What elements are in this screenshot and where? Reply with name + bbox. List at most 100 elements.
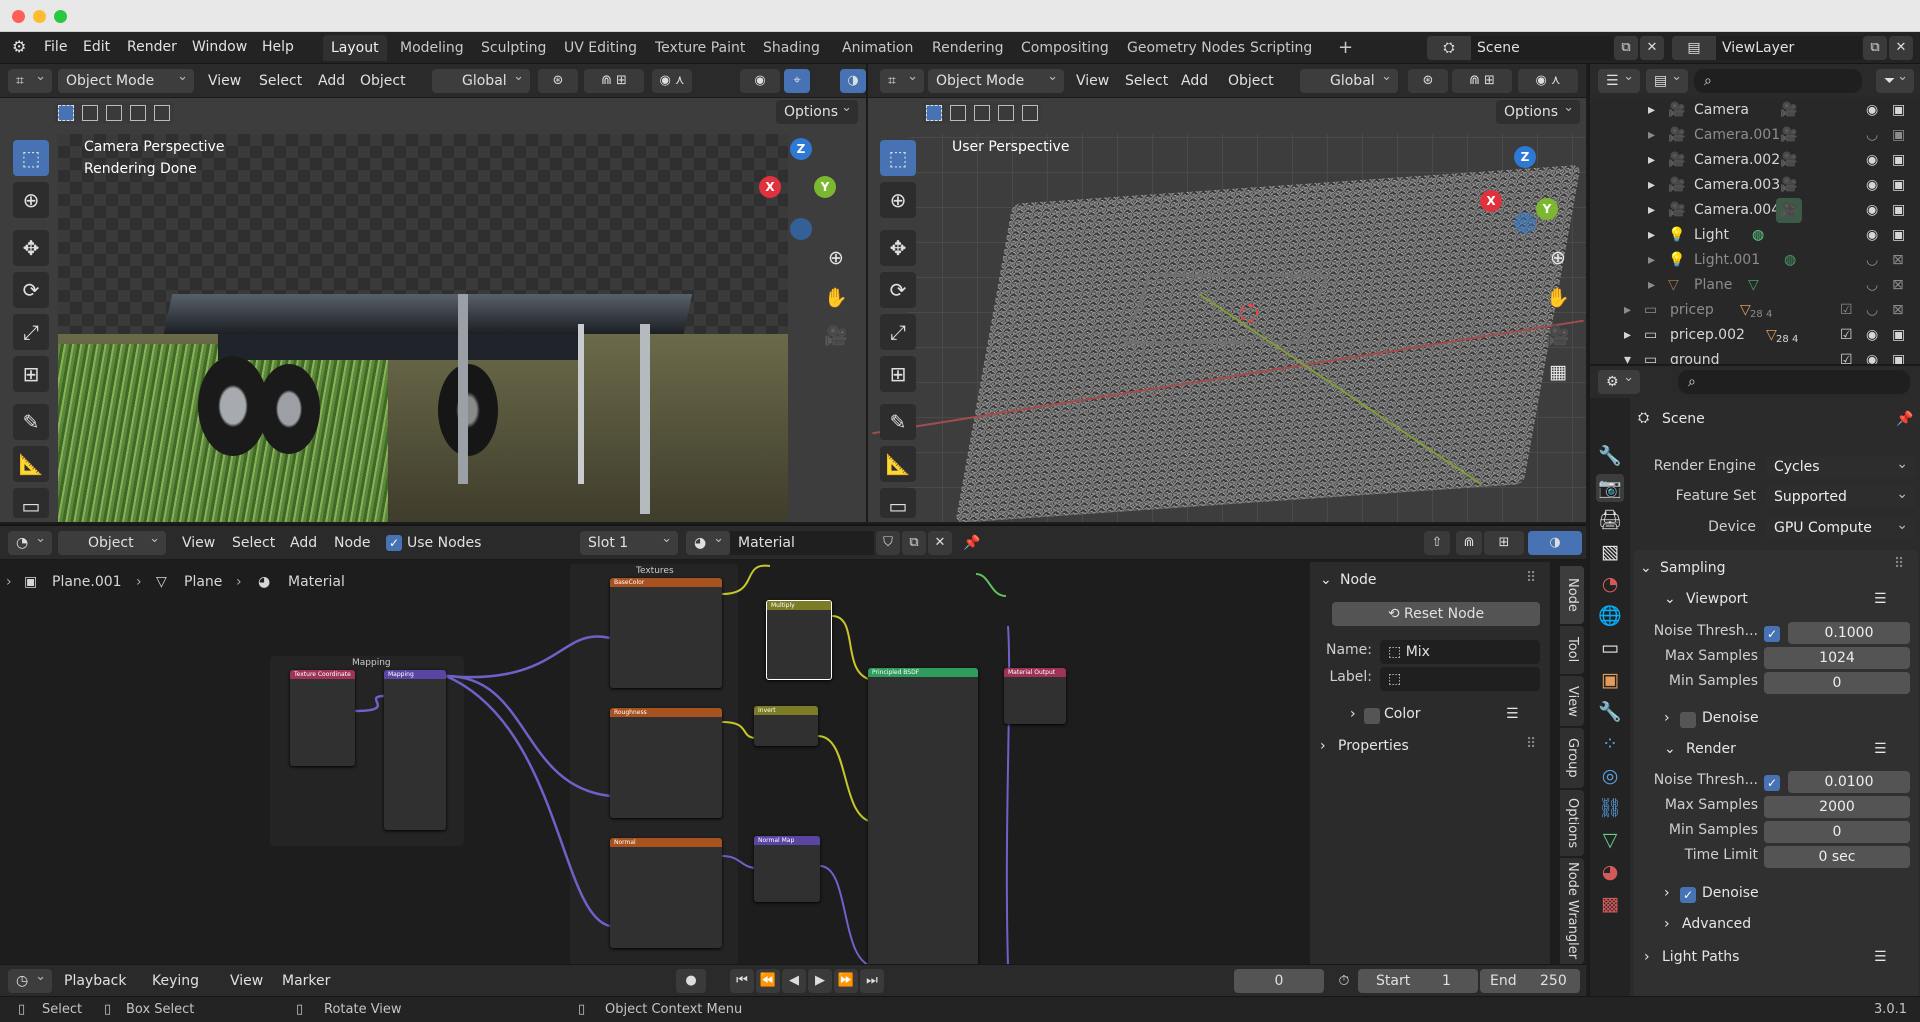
new-view-layer-icon[interactable]: ⧉ bbox=[1863, 36, 1887, 60]
advanced-expand-icon[interactable]: › bbox=[1664, 916, 1670, 932]
render-camera-icon[interactable]: ▣ bbox=[1892, 323, 1905, 348]
data-tab-icon[interactable]: ▽ bbox=[1596, 826, 1624, 854]
properties-expand-icon[interactable]: › bbox=[1320, 738, 1326, 754]
play-icon[interactable]: ▶ bbox=[808, 969, 832, 993]
stopwatch-icon[interactable]: ⏱ bbox=[1332, 969, 1356, 993]
outliner-row[interactable]: ▸ 💡 Light.001 ◍ ◡ ⊠ bbox=[1590, 248, 1916, 273]
play-reverse-icon[interactable]: ◀ bbox=[782, 969, 806, 993]
keying-menu[interactable]: Keying bbox=[152, 969, 199, 993]
gizmo-y-axis[interactable]: Y bbox=[814, 176, 836, 198]
outliner-row[interactable]: ▸ ▭ pricep ▽ 28 4 ☑ ◡ ⊠ bbox=[1590, 298, 1916, 323]
delete-view-layer-icon[interactable]: ✕ bbox=[1889, 36, 1913, 60]
select-intersect-icon-2[interactable] bbox=[1022, 105, 1038, 121]
scale-tool-icon[interactable]: ⤢ bbox=[13, 314, 49, 350]
menu-edit[interactable]: Edit bbox=[83, 39, 110, 55]
sidebar-tab-group[interactable]: Group bbox=[1560, 728, 1584, 788]
select-mode-buttons[interactable] bbox=[54, 102, 174, 124]
outliner-row[interactable]: ▸ 🎥 Camera.002 🎥 ◉ ▣ bbox=[1590, 148, 1916, 173]
minimize-window-icon[interactable] bbox=[33, 10, 46, 23]
gizmo-z-axis-2[interactable]: Z bbox=[1514, 146, 1536, 168]
tab-modeling[interactable]: Modeling bbox=[392, 35, 472, 61]
properties-editor-type-icon[interactable]: ⚙ bbox=[1598, 366, 1640, 394]
multiply-node[interactable]: Multiply bbox=[766, 600, 832, 680]
menu-render[interactable]: Render bbox=[127, 39, 177, 55]
gizmo-neg-z-axis[interactable] bbox=[790, 218, 812, 240]
r-time-limit-field[interactable]: 0 sec bbox=[1764, 846, 1910, 868]
r-denoise-label[interactable]: Denoise bbox=[1702, 885, 1759, 901]
output-tab-icon[interactable]: 🖨 bbox=[1596, 506, 1624, 534]
eye-icon[interactable]: ◉ bbox=[1866, 323, 1878, 348]
select-subtract-icon[interactable] bbox=[106, 105, 122, 121]
node-panel-drag-icon[interactable]: ⠿ bbox=[1526, 570, 1536, 586]
gizmo-neg-z-axis-2[interactable] bbox=[1514, 212, 1536, 234]
advanced-subpanel-title[interactable]: Advanced bbox=[1682, 916, 1751, 932]
collection-tab-icon[interactable]: ▭ bbox=[1596, 634, 1624, 662]
add-cube-tool-icon-2[interactable]: ▭ bbox=[880, 488, 916, 518]
node-color-label[interactable]: Color bbox=[1384, 706, 1421, 722]
options-dropdown[interactable]: Options bbox=[776, 96, 858, 124]
outliner-row[interactable]: ▸ 💡 Light ◍ ◉ ▣ bbox=[1590, 223, 1916, 248]
viewport-presets-icon[interactable]: ☰ bbox=[1874, 591, 1887, 607]
vp-denoise-label[interactable]: Denoise bbox=[1702, 710, 1759, 726]
outliner-row[interactable]: ▸ 🎥 Camera.001 🎥 ◡ ▣ bbox=[1590, 123, 1916, 148]
cursor-tool-icon[interactable]: ⊕ bbox=[13, 182, 49, 218]
eye-icon[interactable]: ◉ bbox=[1866, 98, 1878, 123]
tab-layout[interactable]: Layout bbox=[323, 35, 387, 61]
material-tab-icon[interactable]: ◕ bbox=[1596, 858, 1624, 886]
menu-object-2[interactable]: Object bbox=[1228, 69, 1274, 93]
end-frame-field[interactable]: End 250 bbox=[1480, 969, 1580, 993]
delete-scene-icon[interactable]: ✕ bbox=[1640, 36, 1664, 60]
camera-view-icon-2[interactable]: 🎥 bbox=[1544, 322, 1572, 350]
pan-hand-icon-2[interactable]: ✋ bbox=[1544, 284, 1572, 312]
feature-set-dropdown[interactable]: Supported bbox=[1766, 483, 1916, 508]
start-frame-field[interactable]: Start 1 bbox=[1358, 969, 1478, 993]
color-presets-icon[interactable]: ☰ bbox=[1506, 706, 1519, 722]
transform-tool-icon-2[interactable]: ⊞ bbox=[880, 356, 916, 392]
reset-node-button[interactable]: ⟲ Reset Node bbox=[1332, 602, 1540, 626]
invert-node[interactable]: Invert bbox=[754, 706, 818, 746]
menu-add[interactable]: Add bbox=[318, 69, 345, 93]
tab-texture-paint[interactable]: Texture Paint bbox=[647, 35, 753, 61]
world-tab-icon[interactable]: 🌐 bbox=[1596, 602, 1624, 630]
annotate-tool-icon-2[interactable]: ✎ bbox=[880, 404, 916, 440]
menu-window[interactable]: Window bbox=[192, 39, 247, 55]
r-denoise-expand-icon[interactable]: › bbox=[1664, 885, 1670, 901]
measure-tool-icon[interactable]: 📐 bbox=[13, 446, 49, 482]
add-cube-tool-icon[interactable]: ▭ bbox=[13, 488, 49, 518]
close-window-icon[interactable] bbox=[12, 10, 25, 23]
node-snap-target-icon[interactable]: ⊞ bbox=[1484, 531, 1524, 555]
gizmo-z-axis[interactable]: Z bbox=[790, 138, 812, 160]
node-overlay-icon[interactable]: ◑ bbox=[1528, 531, 1582, 555]
zoom-icon-2[interactable]: ⊕ bbox=[1544, 244, 1572, 272]
select-intersect-icon[interactable] bbox=[154, 105, 170, 121]
cursor-tool-icon-2[interactable]: ⊕ bbox=[880, 182, 916, 218]
tab-animation[interactable]: Animation bbox=[834, 35, 921, 61]
normal-texture-node[interactable]: Normal bbox=[610, 838, 722, 948]
outliner-row[interactable]: ▸ ▽ Plane ▽ ◡ ⊠ bbox=[1590, 273, 1916, 298]
measure-tool-icon-2[interactable]: 📐 bbox=[880, 446, 916, 482]
render-presets-icon[interactable]: ☰ bbox=[1874, 741, 1887, 757]
options-dropdown-2[interactable]: Options bbox=[1496, 96, 1580, 124]
select-subtract-icon-2[interactable] bbox=[974, 105, 990, 121]
select-box-tool-icon-2[interactable]: ⬚ bbox=[880, 140, 916, 176]
tab-shading[interactable]: Shading bbox=[755, 35, 828, 61]
r-denoise-checkbox[interactable]: ✓ bbox=[1680, 887, 1696, 903]
blender-logo-icon[interactable]: ⚙ bbox=[12, 37, 26, 56]
mapping-node[interactable]: Mapping bbox=[384, 670, 446, 830]
viewport-subpanel-title[interactable]: Viewport bbox=[1686, 591, 1748, 607]
exclude-checkbox-icon[interactable]: ☑ bbox=[1840, 348, 1853, 364]
sidebar-tab-options[interactable]: Options bbox=[1560, 790, 1584, 856]
sidebar-tab-node-wrangler[interactable]: Node Wrangler bbox=[1560, 858, 1584, 964]
scene-name-field[interactable]: Scene bbox=[1471, 36, 1613, 60]
jump-prev-keyframe-icon[interactable]: ⏪ bbox=[756, 969, 780, 993]
display-mode-icon[interactable]: ▤ bbox=[1646, 65, 1688, 93]
camera-view-icon[interactable]: 🎥 bbox=[822, 322, 850, 350]
properties-search-input[interactable]: ⌕ bbox=[1678, 370, 1910, 394]
rotate-tool-icon-2[interactable]: ⟳ bbox=[880, 272, 916, 308]
view-layer-name-field[interactable]: ViewLayer bbox=[1716, 36, 1862, 60]
new-scene-icon[interactable]: ⧉ bbox=[1614, 36, 1638, 60]
render-camera-icon[interactable]: ▣ bbox=[1892, 148, 1905, 173]
parent-node-tree-icon[interactable]: ⇧ bbox=[1424, 531, 1450, 555]
add-workspace-button[interactable]: + bbox=[1330, 35, 1361, 61]
render-disabled-icon[interactable]: ⊠ bbox=[1892, 273, 1904, 298]
